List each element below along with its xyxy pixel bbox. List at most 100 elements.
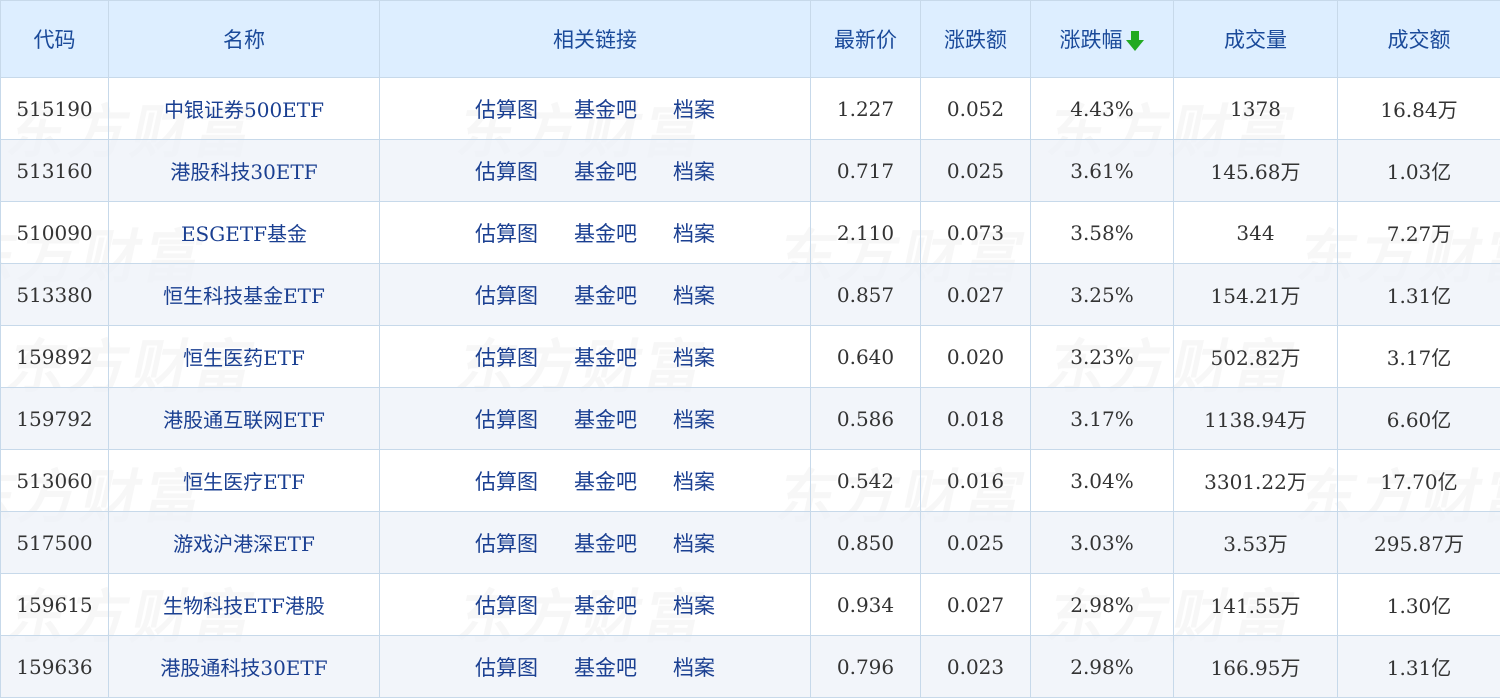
trade-amount: 7.27万 — [1338, 202, 1500, 264]
latest-price: 1.227 — [811, 78, 921, 140]
latest-price: 0.717 — [811, 140, 921, 202]
fund-code[interactable]: 159892 — [1, 326, 109, 388]
fund-code[interactable]: 159636 — [1, 636, 109, 698]
price-change: 0.027 — [921, 574, 1031, 636]
trade-amount: 3.17亿 — [1338, 326, 1500, 388]
estimate-chart-link[interactable]: 估算图 — [475, 528, 538, 558]
fund-profile-link[interactable]: 档案 — [673, 466, 715, 496]
fund-forum-link[interactable]: 基金吧 — [574, 94, 637, 124]
fund-name-cell: 游戏沪港深ETF — [109, 512, 380, 574]
fund-name-link[interactable]: 游戏沪港深ETF — [173, 532, 315, 556]
fund-profile-link[interactable]: 档案 — [673, 94, 715, 124]
estimate-chart-link[interactable]: 估算图 — [475, 94, 538, 124]
price-change-pct: 4.43% — [1031, 78, 1174, 140]
estimate-chart-link[interactable]: 估算图 — [475, 466, 538, 496]
fund-name-link[interactable]: 恒生科技基金ETF — [163, 284, 325, 308]
estimate-chart-link[interactable]: 估算图 — [475, 342, 538, 372]
fund-profile-link[interactable]: 档案 — [673, 280, 715, 310]
table-header-row: 代码 名称 相关链接 最新价 涨跌额 涨跌幅 成交量 成交额 — [1, 1, 1500, 78]
fund-name-link[interactable]: 恒生医疗ETF — [183, 470, 305, 494]
trade-amount: 6.60亿 — [1338, 388, 1500, 450]
related-links: 估算图 基金吧 档案 — [380, 264, 811, 326]
latest-price: 2.110 — [811, 202, 921, 264]
table-row: 510090ESGETF基金估算图基金吧档案2.1100.0733.58%344… — [1, 202, 1500, 264]
fund-profile-link[interactable]: 档案 — [673, 156, 715, 186]
fund-name-cell: 中银证券500ETF — [109, 78, 380, 140]
fund-name-link[interactable]: 港股通互联网ETF — [163, 408, 325, 432]
header-price[interactable]: 最新价 — [811, 1, 921, 78]
fund-profile-link[interactable]: 档案 — [673, 590, 715, 620]
estimate-chart-link[interactable]: 估算图 — [475, 280, 538, 310]
fund-forum-link[interactable]: 基金吧 — [574, 218, 637, 248]
fund-code[interactable]: 513160 — [1, 140, 109, 202]
table-row: 159636港股通科技30ETF估算图基金吧档案0.7960.0232.98%1… — [1, 636, 1500, 698]
estimate-chart-link[interactable]: 估算图 — [475, 156, 538, 186]
fund-forum-link[interactable]: 基金吧 — [574, 156, 637, 186]
fund-code[interactable]: 515190 — [1, 78, 109, 140]
price-change: 0.018 — [921, 388, 1031, 450]
latest-price: 0.857 — [811, 264, 921, 326]
price-change-pct: 3.17% — [1031, 388, 1174, 450]
fund-name-link[interactable]: 生物科技ETF港股 — [163, 594, 325, 618]
trade-volume: 1378 — [1174, 78, 1338, 140]
estimate-chart-link[interactable]: 估算图 — [475, 652, 538, 682]
fund-profile-link[interactable]: 档案 — [673, 218, 715, 248]
fund-name-link[interactable]: 港股科技30ETF — [170, 160, 317, 184]
trade-volume: 145.68万 — [1174, 140, 1338, 202]
fund-name-link[interactable]: 恒生医药ETF — [183, 346, 305, 370]
estimate-chart-link[interactable]: 估算图 — [475, 218, 538, 248]
related-links: 估算图 基金吧 档案 — [380, 326, 811, 388]
trade-amount: 1.31亿 — [1338, 636, 1500, 698]
fund-code[interactable]: 513060 — [1, 450, 109, 512]
fund-forum-link[interactable]: 基金吧 — [574, 342, 637, 372]
fund-forum-link[interactable]: 基金吧 — [574, 528, 637, 558]
price-change: 0.020 — [921, 326, 1031, 388]
fund-profile-link[interactable]: 档案 — [673, 342, 715, 372]
latest-price: 0.934 — [811, 574, 921, 636]
price-change: 0.027 — [921, 264, 1031, 326]
fund-profile-link[interactable]: 档案 — [673, 528, 715, 558]
fund-forum-link[interactable]: 基金吧 — [574, 280, 637, 310]
fund-profile-link[interactable]: 档案 — [673, 404, 715, 434]
price-change: 0.073 — [921, 202, 1031, 264]
estimate-chart-link[interactable]: 估算图 — [475, 590, 538, 620]
header-volume[interactable]: 成交量 — [1174, 1, 1338, 78]
trade-amount: 16.84万 — [1338, 78, 1500, 140]
latest-price: 0.850 — [811, 512, 921, 574]
latest-price: 0.542 — [811, 450, 921, 512]
header-change-pct[interactable]: 涨跌幅 — [1031, 1, 1174, 78]
trade-volume: 166.95万 — [1174, 636, 1338, 698]
header-name[interactable]: 名称 — [109, 1, 380, 78]
estimate-chart-link[interactable]: 估算图 — [475, 404, 538, 434]
fund-code[interactable]: 513380 — [1, 264, 109, 326]
price-change: 0.025 — [921, 140, 1031, 202]
related-links: 估算图 基金吧 档案 — [380, 140, 811, 202]
fund-forum-link[interactable]: 基金吧 — [574, 404, 637, 434]
fund-name-link[interactable]: 中银证券500ETF — [164, 98, 324, 122]
related-links: 估算图 基金吧 档案 — [380, 450, 811, 512]
trade-volume: 154.21万 — [1174, 264, 1338, 326]
header-change[interactable]: 涨跌额 — [921, 1, 1031, 78]
fund-profile-link[interactable]: 档案 — [673, 652, 715, 682]
fund-name-link[interactable]: ESGETF基金 — [181, 222, 307, 246]
header-links: 相关链接 — [380, 1, 811, 78]
fund-code[interactable]: 517500 — [1, 512, 109, 574]
fund-forum-link[interactable]: 基金吧 — [574, 590, 637, 620]
fund-code[interactable]: 159615 — [1, 574, 109, 636]
price-change-pct: 3.58% — [1031, 202, 1174, 264]
trade-amount: 1.30亿 — [1338, 574, 1500, 636]
trade-volume: 3.53万 — [1174, 512, 1338, 574]
fund-forum-link[interactable]: 基金吧 — [574, 466, 637, 496]
fund-forum-link[interactable]: 基金吧 — [574, 652, 637, 682]
sort-desc-arrow-icon[interactable] — [1125, 29, 1145, 53]
fund-code[interactable]: 159792 — [1, 388, 109, 450]
fund-code[interactable]: 510090 — [1, 202, 109, 264]
header-code[interactable]: 代码 — [1, 1, 109, 78]
table-row: 517500游戏沪港深ETF估算图基金吧档案0.8500.0253.03%3.5… — [1, 512, 1500, 574]
fund-name-link[interactable]: 港股通科技30ETF — [160, 656, 327, 680]
header-amount[interactable]: 成交额 — [1338, 1, 1500, 78]
trade-volume: 502.82万 — [1174, 326, 1338, 388]
fund-name-cell: 港股通互联网ETF — [109, 388, 380, 450]
table-row: 513380恒生科技基金ETF估算图基金吧档案0.8570.0273.25%15… — [1, 264, 1500, 326]
price-change: 0.052 — [921, 78, 1031, 140]
